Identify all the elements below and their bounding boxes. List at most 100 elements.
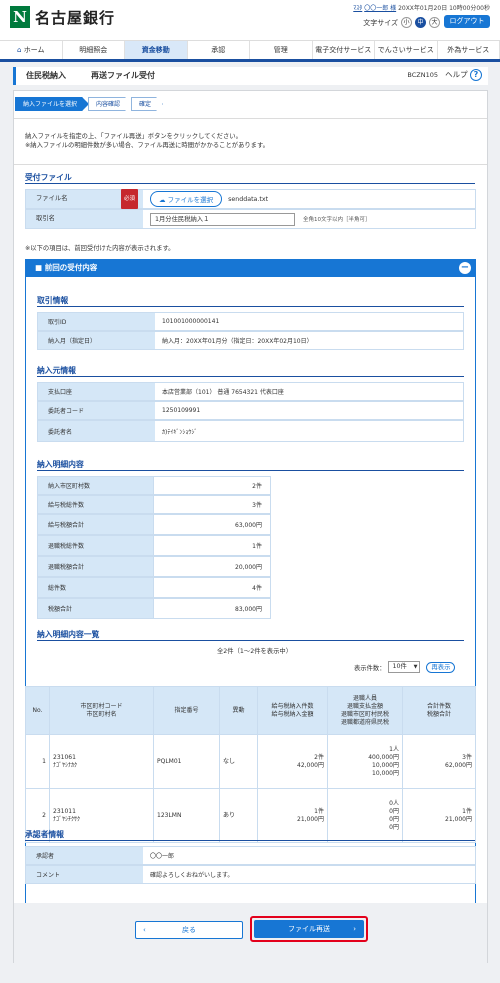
per-page-select[interactable]: 10件 <box>388 661 421 673</box>
header: N 名古屋銀行 ﾏｽﾀ 〇〇一郎 様 20XX年01月20日 10時00分00秒… <box>0 0 500 40</box>
help-link[interactable]: ヘルプ ? <box>445 69 482 81</box>
step-complete: 確定 <box>131 97 163 111</box>
consignor-code-value: 1250109991 <box>162 407 201 414</box>
cell-value: 400,000円 <box>368 753 399 761</box>
summary-label: 総件数 <box>37 577 154 598</box>
instruction-2: ※納入ファイルの明細件数が多い場合、ファイル再送に時間がかかることがあります。 <box>25 142 269 149</box>
summary-label: 退職税総件数 <box>37 535 154 556</box>
account-value: 本店営業部（101） 普通 7654321 代表口座 <box>162 389 284 396</box>
resend-label: ファイル再送 <box>288 925 330 933</box>
section-rule <box>37 306 464 307</box>
consignor-code-row: 委託者コード 1250109991 <box>37 401 464 420</box>
transaction-id-label: 取引ID <box>38 313 155 330</box>
note-text: ※以下の項目は、前回受付けた内容が表示されます。 <box>25 245 175 252</box>
list-section-title: 納入明細内容一覧 <box>37 630 100 639</box>
back-label: 戻る <box>182 926 196 934</box>
transaction-section-title: 取引情報 <box>37 296 69 305</box>
file-name-value: senddata.txt <box>228 195 269 203</box>
help-label: ヘルプ <box>445 70 468 79</box>
approver-label: 承認者 <box>26 847 143 864</box>
cell-city: 231061 ﾅｺﾞﾔｼﾅｶｸ <box>49 734 154 789</box>
home-icon: ⌂ <box>17 46 22 54</box>
bank-logo[interactable]: N 名古屋銀行 <box>10 6 115 28</box>
summary-row: 総件数 4件 <box>37 577 464 598</box>
summary-value: 3件 <box>154 495 271 514</box>
comment-value: 確認よろしくおねがいします。 <box>150 872 234 879</box>
cell-shitei: 123LMN <box>153 788 220 843</box>
collapse-icon[interactable]: − <box>459 262 471 274</box>
cell-value: 2件 <box>314 753 324 761</box>
col-city: 市区町村コード 市区町村名 <box>49 686 154 735</box>
nav-forex[interactable]: 外為サービス <box>438 41 500 59</box>
square-icon: ■ <box>35 263 43 272</box>
summary-label: 納入市区町村数 <box>37 476 154 495</box>
month-label: 納入月（指定日） <box>38 332 155 349</box>
back-button[interactable]: ‹ 戻る <box>135 921 243 939</box>
transaction-name-input[interactable]: 1月分住民税納入１ <box>150 212 295 226</box>
bank-name: 名古屋銀行 <box>35 8 116 27</box>
nav-transfer[interactable]: 資金移動 <box>125 41 188 59</box>
divider <box>14 118 487 119</box>
nav-admin[interactable]: 管理 <box>250 41 313 59</box>
cell-value: 0人 <box>389 799 399 807</box>
cell-total: 1件 21,000円 <box>402 788 476 843</box>
help-icon: ? <box>470 69 482 81</box>
nav-home[interactable]: ⌂ ホーム <box>0 41 63 59</box>
nav-e-delivery[interactable]: 電子交付サービス <box>313 41 375 59</box>
redisplay-button[interactable]: 再表示 <box>426 661 456 673</box>
user-name[interactable]: 〇〇一郎 様 <box>364 5 396 12</box>
logout-button[interactable]: ログアウト <box>444 15 490 28</box>
consignor-name-label: 委託者名 <box>38 421 155 441</box>
cell-value: 21,000円 <box>445 815 472 823</box>
upload-section-title: 受付ファイル <box>25 173 72 182</box>
cell-city-code: 231011 <box>53 807 76 815</box>
summary-value: 1件 <box>154 535 271 556</box>
summary-value: 2件 <box>154 476 271 495</box>
select-file-button[interactable]: ☁ ファイルを選択 <box>150 191 223 207</box>
screen-code: BCZN105 <box>407 71 438 79</box>
chevron-left-icon: ‹ <box>143 926 146 934</box>
section-rule <box>25 183 475 184</box>
resend-file-button[interactable]: ファイル再送 › <box>250 916 368 942</box>
col-total: 合計件数 税額合計 <box>402 686 476 735</box>
summary-row: 税額合計 83,000円 <box>37 598 464 619</box>
month-row: 納入月（指定日） 納入月：20XX年01月分（指定日：20XX年02月10日） <box>37 331 464 350</box>
col-city-name-label: 市区町村名 <box>86 710 117 718</box>
font-size-control: 文字サイズ 小 中 大 <box>363 17 440 28</box>
origin-section-title: 納入元情報 <box>37 366 76 375</box>
logo-mark-icon: N <box>10 6 30 28</box>
col-ido-label: 異動 <box>232 706 245 714</box>
col-city-code-label: 市区町村コード <box>80 702 123 710</box>
cell-value: 1件 <box>314 807 324 815</box>
nav-approval[interactable]: 承認 <box>188 41 250 59</box>
cell-value: 1件 <box>462 807 472 815</box>
nav-densai[interactable]: でんさいサービス <box>375 41 438 59</box>
cell-value: 21,000円 <box>297 815 324 823</box>
required-badge: 必須 <box>120 189 138 209</box>
cell-value: 10,000円 <box>372 769 399 777</box>
nav-statement[interactable]: 明細照会 <box>63 41 125 59</box>
cell-total: 3件 62,000円 <box>402 734 476 789</box>
summary-section-title: 納入明細内容 <box>37 460 84 469</box>
col-taishoku-label: 退職都道府県民税 <box>340 718 389 726</box>
table-row: 1 231061 ﾅｺﾞﾔｼﾅｶｸ PQLM01 なし 2件 42,000円 1人 4… <box>25 734 476 789</box>
button-bar: ‹ 戻る ファイル再送 › <box>14 903 487 963</box>
font-small-button[interactable]: 小 <box>401 17 412 28</box>
previous-accordion-header[interactable]: ■ 前回の受付内容 − <box>25 259 476 277</box>
user-info: ﾏｽﾀ 〇〇一郎 様 20XX年01月20日 10時00分00秒 <box>353 3 490 12</box>
step-select-file: 納入ファイルを選択 <box>15 97 89 111</box>
divider <box>14 164 487 165</box>
cell-taishoku: 1人 400,000円 10,000円 10,000円 <box>327 734 403 789</box>
cell-kyuyo: 1件 21,000円 <box>257 788 328 843</box>
cell-no: 1 <box>25 734 50 789</box>
user-prefix[interactable]: ﾏｽﾀ <box>353 5 362 12</box>
col-taishoku: 退職人員 退職支払金額 退職市区町村民税 退職都道府県民税 <box>327 686 403 735</box>
cell-city-name: ﾅｺﾞﾔｼﾁｸｻｸ <box>53 815 81 823</box>
cell-kyuyo: 2件 42,000円 <box>257 734 328 789</box>
col-no-label: No. <box>32 706 43 714</box>
font-medium-button[interactable]: 中 <box>415 17 426 28</box>
month-value: 納入月：20XX年01月分（指定日：20XX年02月10日） <box>162 338 313 345</box>
select-file-label: ファイルを選択 <box>167 196 214 204</box>
font-large-button[interactable]: 大 <box>429 17 440 28</box>
consignor-name-value: ｶ)ﾃｲｷﾞﾝｼｮｳｼﾞ <box>162 428 198 436</box>
